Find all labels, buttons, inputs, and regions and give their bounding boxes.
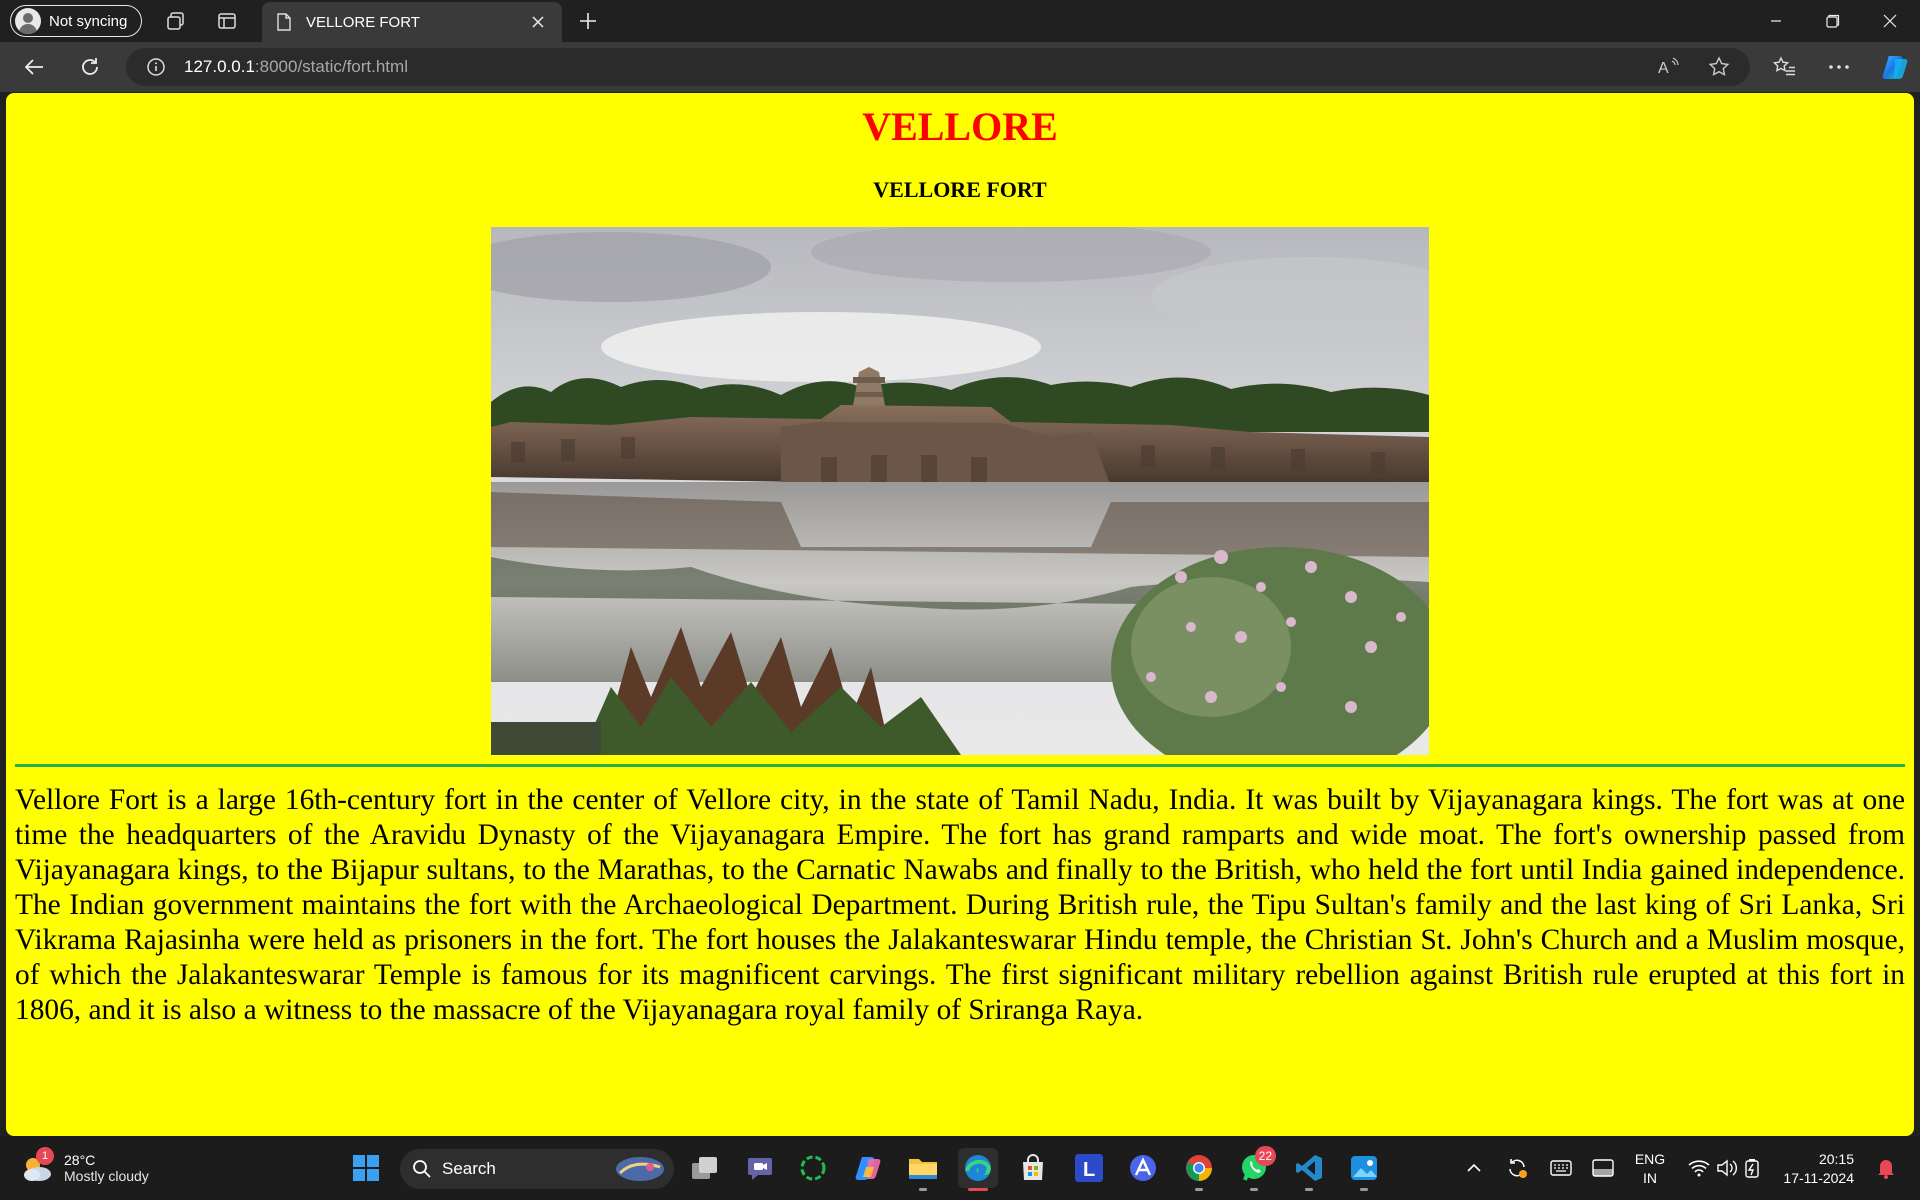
copilot-icon[interactable] xyxy=(1880,51,1912,83)
minimize-icon[interactable] xyxy=(1748,0,1804,42)
notification-bell-icon[interactable] xyxy=(1872,1148,1900,1188)
running-indicator xyxy=(919,1188,927,1191)
close-window-icon[interactable] xyxy=(1862,0,1918,42)
weather-temp: 28°C xyxy=(64,1152,96,1168)
arc-icon[interactable] xyxy=(1123,1148,1163,1188)
quick-settings[interactable] xyxy=(1682,1148,1766,1188)
search-highlight-icon xyxy=(616,1157,664,1181)
whatsapp-icon[interactable]: 22 xyxy=(1234,1146,1276,1191)
new-tab-icon[interactable] xyxy=(576,9,600,33)
page-title: VELLORE xyxy=(862,104,1058,149)
teams-chat-icon[interactable] xyxy=(740,1148,780,1188)
profile-label: Not syncing xyxy=(49,12,128,30)
sync-status-icon[interactable] xyxy=(1502,1148,1532,1188)
clock-date: 17-11-2024 xyxy=(1783,1170,1854,1186)
site-info-icon[interactable] xyxy=(146,57,166,77)
svg-text:L: L xyxy=(1083,1159,1095,1181)
vscode-icon[interactable] xyxy=(1289,1148,1329,1191)
running-indicator xyxy=(1305,1188,1313,1191)
circle-app-icon[interactable] xyxy=(793,1148,833,1188)
favorites-icon[interactable] xyxy=(1771,54,1797,80)
chrome-icon[interactable] xyxy=(1179,1148,1219,1191)
vellore-fort-photo xyxy=(491,227,1429,755)
weather-desc: Mostly cloudy xyxy=(64,1168,149,1184)
store-icon[interactable] xyxy=(1013,1148,1053,1188)
back-icon[interactable] xyxy=(21,54,47,80)
photos-icon[interactable] xyxy=(1344,1148,1384,1191)
fort-description: Vellore Fort is a large 16th-century for… xyxy=(15,784,1905,1026)
search-label: Search xyxy=(442,1159,496,1178)
l-app-icon[interactable]: L xyxy=(1069,1148,1109,1188)
avatar-icon xyxy=(15,8,41,34)
whatsapp-badge: 22 xyxy=(1254,1146,1276,1166)
tab-vellore-fort[interactable]: VELLORE FORT xyxy=(262,2,562,42)
profile-button[interactable]: Not syncing xyxy=(10,5,143,37)
tab-actions-icon[interactable] xyxy=(215,9,239,33)
more-options-icon[interactable] xyxy=(1826,54,1852,80)
clock-time: 20:15 xyxy=(1818,1151,1854,1167)
url-host: 127.0.0.1 xyxy=(184,57,255,76)
edge-icon[interactable] xyxy=(958,1148,998,1191)
browser-toolbar: 127.0.0.1:8000/static/fort.html A xyxy=(0,42,1920,92)
running-indicator xyxy=(1195,1188,1203,1191)
svg-text:A: A xyxy=(1658,60,1669,77)
weather-badge: 1 xyxy=(36,1147,54,1165)
wifi-icon xyxy=(1688,1160,1710,1177)
restore-icon[interactable] xyxy=(1805,0,1861,42)
copilot-taskbar-icon[interactable] xyxy=(849,1148,889,1188)
taskbar-search[interactable]: Search xyxy=(400,1149,674,1189)
weather-widget[interactable]: 1 28°C Mostly cloudy xyxy=(20,1146,149,1190)
tab-title: VELLORE FORT xyxy=(306,13,420,31)
running-indicator xyxy=(1250,1188,1258,1191)
cloudy-weather-icon: 1 xyxy=(20,1147,54,1185)
page-viewport: VELLORE VELLORE FORT Vellore Fort is a l… xyxy=(6,93,1914,1136)
battery-icon xyxy=(1745,1159,1759,1178)
windows-taskbar: 1 28°C Mostly cloudy Search L 22 ENG IN … xyxy=(0,1136,1920,1200)
page-icon xyxy=(277,13,291,31)
page-subtitle: VELLORE FORT xyxy=(873,177,1047,202)
address-bar[interactable]: 127.0.0.1:8000/static/fort.html xyxy=(126,48,1750,86)
browser-title-bar: Not syncing VELLORE FORT xyxy=(0,0,1920,42)
volume-icon xyxy=(1717,1159,1737,1177)
language-primary: ENG xyxy=(1634,1151,1666,1167)
file-explorer-icon[interactable] xyxy=(903,1148,943,1191)
url-path: :8000/static/fort.html xyxy=(254,57,408,76)
language-indicator[interactable]: ENG IN xyxy=(1624,1150,1676,1188)
clock[interactable]: 20:15 17-11-2024 xyxy=(1776,1150,1854,1188)
show-hidden-icons-icon[interactable] xyxy=(1462,1148,1486,1188)
workspaces-icon[interactable] xyxy=(164,9,188,33)
tablet-mode-icon[interactable] xyxy=(1588,1148,1618,1188)
horizontal-rule xyxy=(15,764,1905,767)
favorite-star-icon[interactable] xyxy=(1706,54,1732,80)
keyboard-icon[interactable] xyxy=(1546,1148,1576,1188)
refresh-icon[interactable] xyxy=(77,54,103,80)
close-tab-icon[interactable] xyxy=(528,12,548,32)
task-view-icon[interactable] xyxy=(685,1148,725,1188)
running-indicator xyxy=(1360,1188,1368,1191)
start-icon[interactable] xyxy=(346,1148,386,1188)
active-indicator xyxy=(968,1188,988,1191)
read-aloud-icon[interactable]: A xyxy=(1655,54,1681,80)
search-icon xyxy=(413,1160,431,1178)
language-secondary: IN xyxy=(1643,1170,1657,1186)
